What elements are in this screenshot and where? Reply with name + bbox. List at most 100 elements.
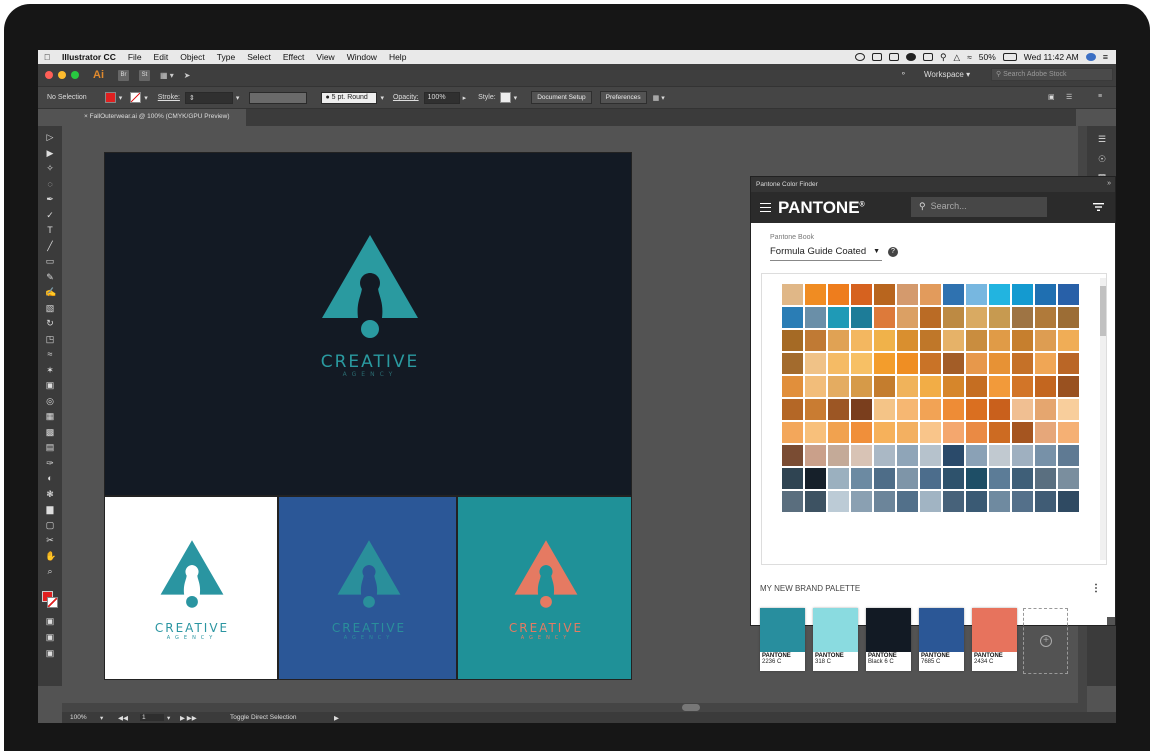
battery-icon[interactable] bbox=[1002, 53, 1017, 61]
opacity-field[interactable]: 100% bbox=[423, 91, 460, 104]
stroke-color-box[interactable] bbox=[47, 597, 58, 608]
zoom-level[interactable]: 100% bbox=[70, 714, 87, 721]
chevron-down-icon[interactable]: ▾ bbox=[144, 94, 148, 102]
help-icon[interactable]: ? bbox=[888, 247, 898, 257]
color-swatch[interactable] bbox=[1012, 330, 1033, 351]
color-swatch[interactable] bbox=[966, 330, 987, 351]
color-swatch[interactable] bbox=[1012, 422, 1033, 443]
align-icon[interactable]: ☰ bbox=[1066, 93, 1072, 101]
menu-help[interactable]: Help bbox=[383, 52, 412, 62]
color-swatch[interactable] bbox=[1035, 353, 1056, 374]
chevron-right-icon[interactable]: ▸ bbox=[463, 94, 467, 102]
palette-chip[interactable]: PANTONE 318 C bbox=[813, 608, 858, 671]
grid-scrollbar[interactable] bbox=[1100, 278, 1106, 560]
color-mode-icon[interactable]: ▣ bbox=[45, 616, 55, 626]
color-swatch[interactable] bbox=[1035, 468, 1056, 489]
color-swatch[interactable] bbox=[1035, 445, 1056, 466]
color-swatch[interactable] bbox=[943, 330, 964, 351]
color-swatch[interactable] bbox=[966, 353, 987, 374]
apple-icon[interactable]:  bbox=[38, 52, 56, 62]
display-icon[interactable] bbox=[888, 53, 899, 61]
color-swatch[interactable] bbox=[897, 284, 918, 305]
color-swatch[interactable] bbox=[1012, 491, 1033, 512]
color-swatch[interactable] bbox=[1035, 284, 1056, 305]
main-artboard[interactable]: CREATIVE AGENCY bbox=[104, 152, 632, 496]
eyedropper-icon[interactable]: ✑ bbox=[45, 458, 55, 468]
hand-tool-icon[interactable]: ✋ bbox=[45, 551, 56, 561]
color-swatch[interactable] bbox=[874, 422, 895, 443]
menu-object[interactable]: Object bbox=[174, 52, 211, 62]
color-swatch[interactable] bbox=[897, 445, 918, 466]
bridge-icon[interactable]: Br bbox=[118, 69, 129, 81]
color-swatch[interactable] bbox=[1058, 491, 1079, 512]
color-swatch[interactable] bbox=[920, 376, 941, 397]
collapse-panel-icon[interactable]: » bbox=[1107, 180, 1111, 187]
color-swatch[interactable] bbox=[1012, 353, 1033, 374]
menu-type[interactable]: Type bbox=[211, 52, 241, 62]
color-swatch[interactable] bbox=[851, 491, 872, 512]
color-swatch[interactable] bbox=[782, 376, 803, 397]
lightbulb-icon[interactable]: ⚬ bbox=[900, 69, 907, 78]
color-swatch[interactable] bbox=[782, 353, 803, 374]
color-swatch[interactable] bbox=[805, 307, 826, 328]
direct-selection-tool-icon[interactable]: ▶ bbox=[45, 148, 55, 158]
color-swatch[interactable] bbox=[1058, 353, 1079, 374]
line-tool-icon[interactable]: ╱ bbox=[45, 241, 55, 251]
artboard-teal[interactable]: CREATIVE AGENCY bbox=[457, 496, 632, 680]
color-swatch[interactable] bbox=[1035, 422, 1056, 443]
color-swatch[interactable] bbox=[943, 445, 964, 466]
rectangle-tool-icon[interactable]: ▭ bbox=[45, 256, 55, 266]
chevron-down-icon[interactable]: ▾ bbox=[514, 94, 518, 102]
document-setup-button[interactable]: Document Setup bbox=[531, 91, 592, 104]
next-artboard-icon[interactable]: ▶ ▶▶ bbox=[180, 714, 197, 722]
color-swatch[interactable] bbox=[966, 491, 987, 512]
color-swatch[interactable] bbox=[920, 307, 941, 328]
color-swatch[interactable] bbox=[805, 376, 826, 397]
blend-tool-icon[interactable]: ◐ bbox=[45, 473, 55, 483]
color-swatch[interactable] bbox=[782, 491, 803, 512]
color-swatch[interactable] bbox=[989, 491, 1010, 512]
color-swatch[interactable] bbox=[989, 307, 1010, 328]
zoom-window-button[interactable] bbox=[71, 71, 79, 79]
color-swatch[interactable] bbox=[897, 399, 918, 420]
column-graph-icon[interactable]: ▆ bbox=[45, 504, 55, 514]
color-swatch[interactable] bbox=[989, 330, 1010, 351]
slice-tool-icon[interactable]: ✂ bbox=[45, 535, 55, 545]
color-swatch[interactable] bbox=[920, 284, 941, 305]
pantone-search-input[interactable]: ⚲ Search... bbox=[911, 197, 1047, 217]
play-icon[interactable] bbox=[922, 53, 933, 61]
color-swatch[interactable] bbox=[943, 284, 964, 305]
color-swatch[interactable] bbox=[805, 284, 826, 305]
shape-builder-icon[interactable]: ◎ bbox=[45, 396, 55, 406]
chevron-down-icon[interactable]: ▾ bbox=[100, 714, 103, 722]
color-swatch[interactable] bbox=[874, 307, 895, 328]
color-swatch[interactable] bbox=[1058, 307, 1079, 328]
menu-view[interactable]: View bbox=[310, 52, 340, 62]
color-swatch[interactable] bbox=[920, 491, 941, 512]
color-swatch[interactable] bbox=[897, 422, 918, 443]
color-swatch[interactable] bbox=[920, 422, 941, 443]
color-swatch[interactable] bbox=[920, 399, 941, 420]
color-swatch[interactable] bbox=[828, 422, 849, 443]
color-swatch[interactable] bbox=[1012, 445, 1033, 466]
menu-effect[interactable]: Effect bbox=[277, 52, 311, 62]
color-swatch[interactable] bbox=[1012, 376, 1033, 397]
color-swatch[interactable] bbox=[943, 399, 964, 420]
puppet-warp-icon[interactable]: ✶ bbox=[45, 365, 55, 375]
menu-select[interactable]: Select bbox=[241, 52, 277, 62]
color-swatch[interactable] bbox=[897, 353, 918, 374]
gradient-tool-icon[interactable]: ▤ bbox=[45, 442, 55, 452]
color-swatch[interactable] bbox=[1012, 307, 1033, 328]
document-tab[interactable]: × FallOuterwear.ai @ 100% (CMYK/GPU Prev… bbox=[76, 109, 246, 126]
color-swatch[interactable] bbox=[828, 468, 849, 489]
color-swatch[interactable] bbox=[920, 330, 941, 351]
color-swatch[interactable] bbox=[782, 307, 803, 328]
color-swatch[interactable] bbox=[874, 491, 895, 512]
color-swatch[interactable] bbox=[1035, 307, 1056, 328]
color-swatch[interactable] bbox=[828, 445, 849, 466]
color-swatch[interactable] bbox=[874, 468, 895, 489]
scale-tool-icon[interactable]: ◳ bbox=[45, 334, 55, 344]
color-swatch[interactable] bbox=[805, 330, 826, 351]
grid-scroll-thumb[interactable] bbox=[1100, 286, 1106, 336]
menu-app-name[interactable]: Illustrator CC bbox=[56, 52, 122, 62]
